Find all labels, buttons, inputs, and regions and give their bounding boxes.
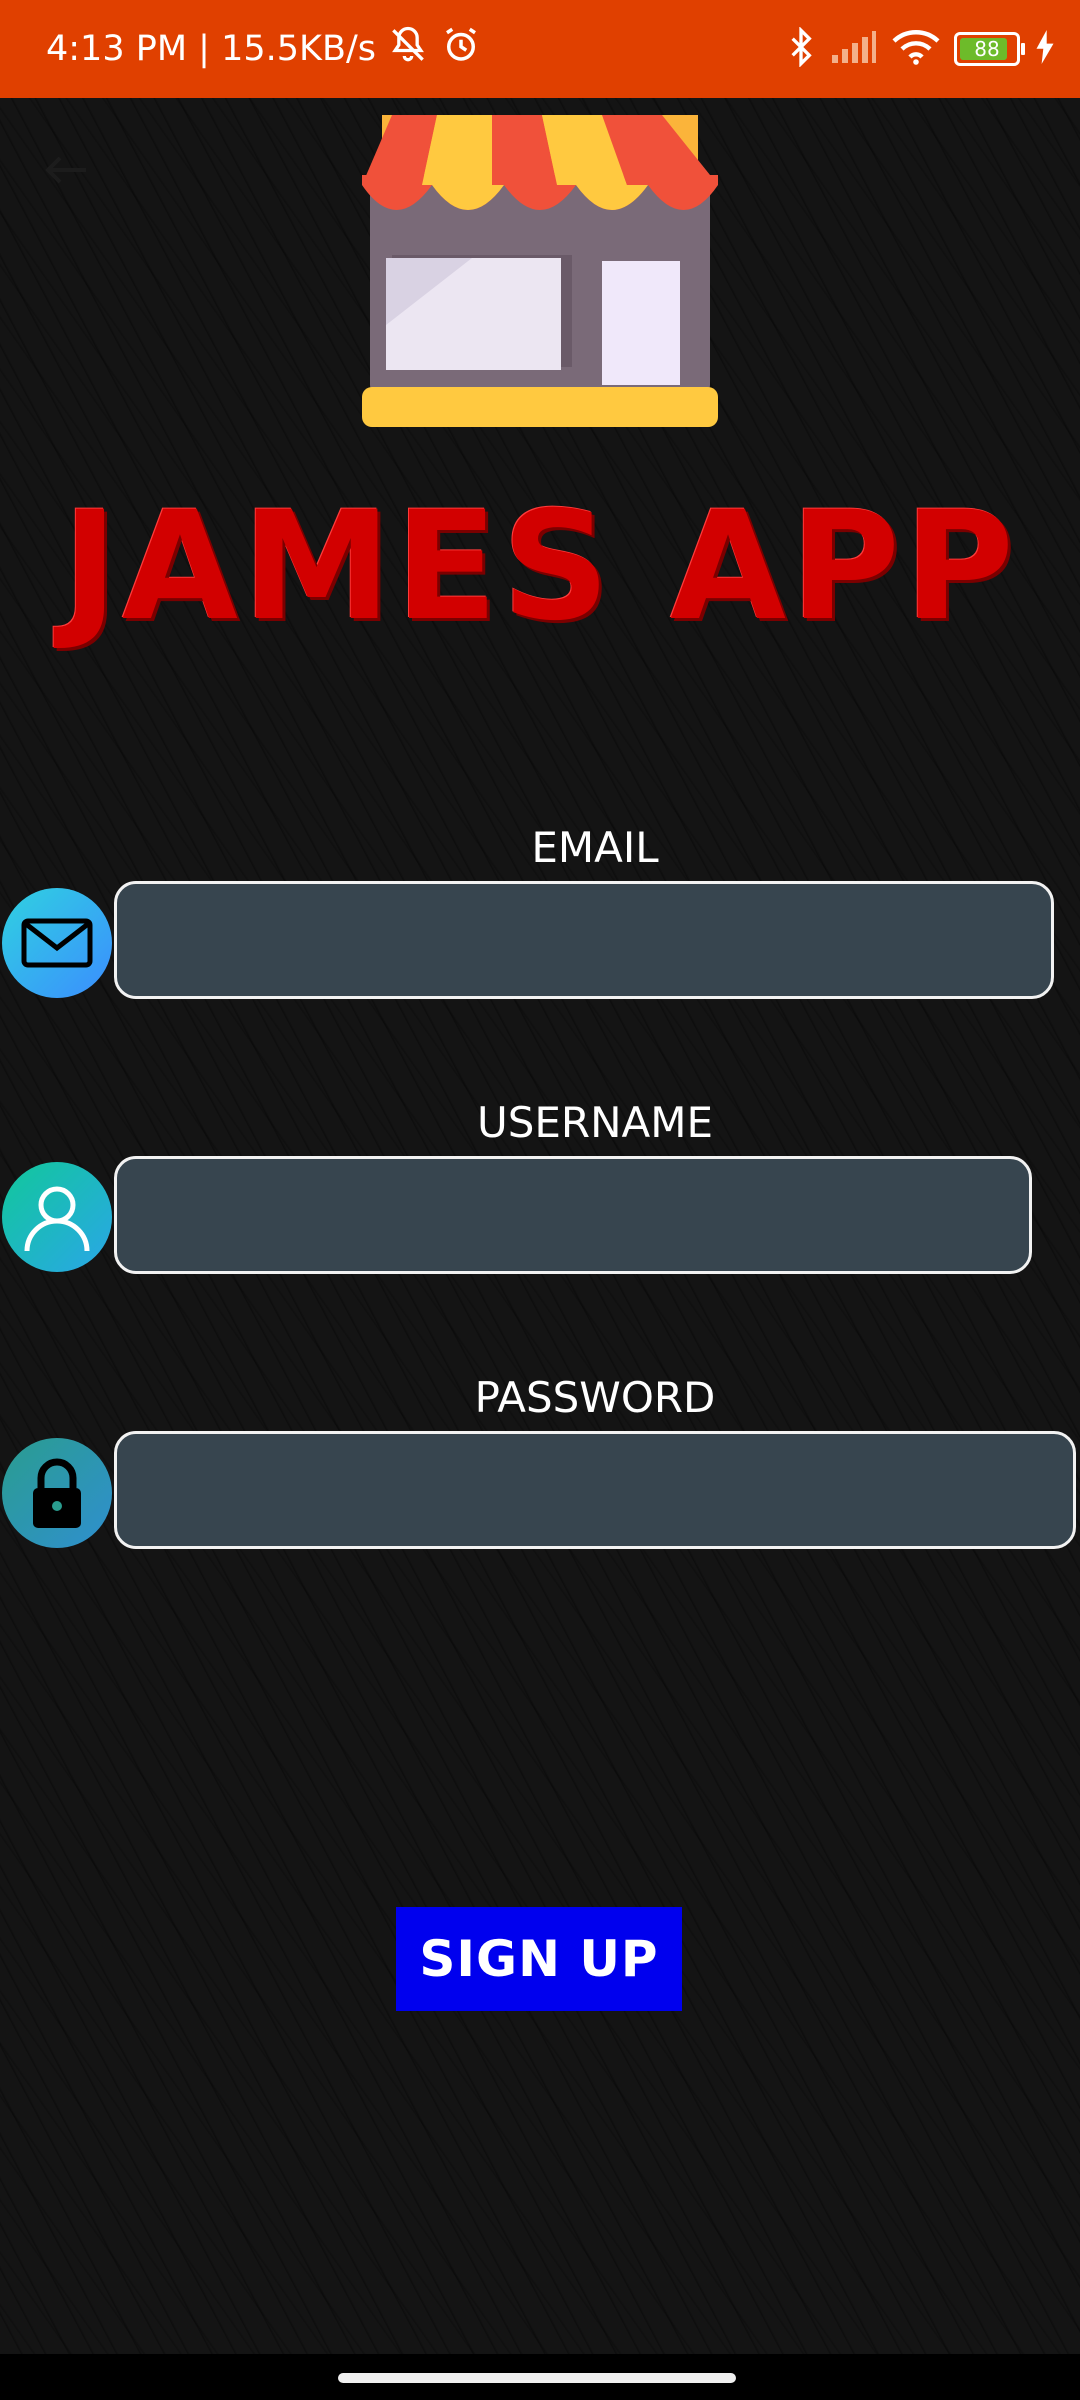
back-arrow-icon[interactable] <box>36 150 96 190</box>
lock-icon <box>2 1438 112 1548</box>
battery-level: 88 <box>974 37 1000 61</box>
app-title: JAMES APP <box>62 480 1018 654</box>
status-time: 4:13 PM | 15.5KB/s <box>46 29 376 69</box>
username-label: USERNAME <box>476 1098 714 1147</box>
battery-icon: 88 <box>954 32 1025 66</box>
wifi-icon <box>892 28 940 70</box>
status-left: 4:13 PM | 15.5KB/s <box>46 0 482 98</box>
home-indicator[interactable] <box>338 2373 736 2383</box>
password-field[interactable] <box>114 1431 1076 1549</box>
signal-icon <box>830 29 878 69</box>
store-icon <box>362 115 718 431</box>
email-label: EMAIL <box>531 823 659 872</box>
charging-icon <box>1034 30 1056 68</box>
status-right: 88 <box>786 0 1056 98</box>
password-label: PASSWORD <box>474 1373 716 1422</box>
signup-button[interactable]: SIGN UP <box>396 1907 682 2011</box>
email-icon <box>2 888 112 998</box>
username-field[interactable] <box>114 1156 1032 1274</box>
mute-bell-icon <box>386 23 430 76</box>
status-bar: 4:13 PM | 15.5KB/s 88 <box>0 0 1080 98</box>
bluetooth-icon <box>786 26 816 71</box>
alarm-icon <box>440 24 482 75</box>
user-icon <box>2 1162 112 1272</box>
email-field[interactable] <box>114 881 1054 999</box>
